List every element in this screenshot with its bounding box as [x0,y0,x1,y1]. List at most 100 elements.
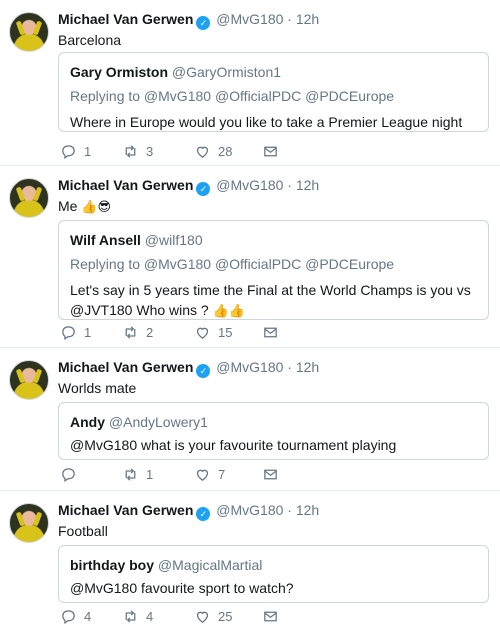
avatar[interactable] [9,503,49,543]
tweet-text-content: Me [58,198,78,214]
tweet-text: Barcelona [58,31,121,49]
quoted-text: Let's say in 5 years time the Final at t… [70,280,477,321]
quoted-author-name: Andy [70,414,105,430]
reply-icon [62,610,75,625]
quoted-text-content: @MvG180 what is your favourite tournamen… [70,437,397,453]
tweet-text: Me 👍😎 [58,197,111,216]
envelope-icon [264,611,277,622]
like-button[interactable]: 7 [194,466,225,483]
thumbs-up-sunglasses-emoji: 👍😎 [81,199,112,214]
avatar[interactable] [9,12,49,52]
author-handle[interactable]: @MvG180 [216,502,283,518]
reply-icon [62,326,75,341]
reply-count: 1 [84,325,92,340]
envelope-icon [264,146,277,157]
reply-count: 1 [84,144,92,159]
like-button[interactable]: 28 [194,143,232,160]
quoted-tweet[interactable]: Wilf Ansell @wilf180 Replying to @MvG180… [58,220,489,320]
quoted-author-handle: @AndyLowery1 [108,414,208,430]
reply-button[interactable]: 4 [60,608,91,625]
like-count: 25 [218,609,233,624]
retweet-icon [125,468,136,481]
quoted-tweet[interactable]: birthday boy @MagicalMartial @MvG180 fav… [58,545,489,603]
author-handle[interactable]: @MvG180 [216,359,283,375]
avatar[interactable] [9,178,49,218]
tweet-feed: Michael Van Gerwen ✓ @MvG180 · 12h Barcel… [0,0,500,632]
separator-dot: · [287,177,292,193]
reply-count: 4 [84,609,92,624]
tweet-header: Michael Van Gerwen ✓ @MvG180 · 12h [58,10,319,30]
direct-message-button[interactable] [262,466,279,483]
thumbs-up-emoji: 👍👍 [212,303,245,318]
quoted-author-name: Wilf Ansell [70,232,141,248]
tweet-text: Worlds mate [58,379,136,397]
direct-message-button[interactable] [262,324,279,341]
quoted-tweet[interactable]: Gary Ormiston @GaryOrmiston1 Replying to… [58,52,489,132]
retweet-count: 2 [146,325,154,340]
quoted-tweet[interactable]: Andy @AndyLowery1 @MvG180 what is your f… [58,402,489,460]
timestamp[interactable]: 12h [296,11,319,27]
author-name[interactable]: Michael Van Gerwen [58,359,193,375]
replying-to: Replying to @MvG180 @OfficialPDC @PDCEur… [70,88,395,104]
like-count: 15 [218,325,233,340]
tweet-header: Michael Van Gerwen ✓ @MvG180 · 12h [58,501,319,521]
heart-icon [196,146,209,158]
author-name[interactable]: Michael Van Gerwen [58,177,193,193]
verified-badge-icon: ✓ [196,16,211,30]
tweet[interactable]: Michael Van Gerwen ✓ @MvG180 · 12h Me 👍😎 … [0,166,500,348]
verified-badge-icon: ✓ [196,182,211,196]
reply-button[interactable]: 1 [60,324,91,341]
tweet[interactable]: Michael Van Gerwen ✓ @MvG180 · 12h Footba… [0,491,500,632]
direct-message-button[interactable] [262,608,279,625]
retweet-count: 4 [146,609,154,624]
quoted-author-name: Gary Ormiston [70,64,169,80]
reply-icon [62,468,75,483]
direct-message-button[interactable] [262,143,279,160]
quoted-author-handle: @MagicalMartial [157,557,263,573]
retweet-count: 3 [146,144,154,159]
retweet-icon [125,326,136,339]
reply-button[interactable]: 1 [60,143,91,160]
tweet-header: Michael Van Gerwen ✓ @MvG180 · 12h [58,358,319,378]
quoted-text-content: Let's say in 5 years time the Final at t… [70,282,471,318]
envelope-icon [264,469,277,480]
retweet-button[interactable]: 4 [122,608,153,625]
quoted-text: @MvG180 what is your favourite tournamen… [70,435,477,455]
author-name[interactable]: Michael Van Gerwen [58,11,193,27]
verified-badge-icon: ✓ [196,507,211,521]
quoted-text-content: Where in Europe would you like to take a… [70,114,463,130]
retweet-icon [125,610,136,623]
tweet-text-content: Football [58,523,108,539]
retweet-icon [125,145,136,158]
quoted-text: @MvG180 favourite sport to watch? [70,578,477,598]
heart-icon [196,469,209,481]
avatar[interactable] [9,360,49,400]
quoted-author-handle: @GaryOrmiston1 [171,64,282,80]
reply-button[interactable] [60,466,84,483]
author-handle[interactable]: @MvG180 [216,177,283,193]
author-handle[interactable]: @MvG180 [216,11,283,27]
verified-badge-icon: ✓ [196,364,211,378]
tweet[interactable]: Michael Van Gerwen ✓ @MvG180 · 12h Worlds… [0,348,500,491]
like-count: 28 [218,144,233,159]
tweet-text-content: Barcelona [58,32,122,48]
like-button[interactable]: 15 [194,324,232,341]
heart-icon [196,327,209,339]
retweet-button[interactable]: 1 [122,466,153,483]
envelope-icon [264,327,277,338]
timestamp[interactable]: 12h [296,359,319,375]
quoted-text: Where in Europe would you like to take a… [70,112,477,132]
like-button[interactable]: 25 [194,608,232,625]
separator-dot: · [287,359,292,375]
replying-to: Replying to @MvG180 @OfficialPDC @PDCEur… [70,256,395,272]
timestamp[interactable]: 12h [296,177,319,193]
author-name[interactable]: Michael Van Gerwen [58,502,193,518]
retweet-button[interactable]: 2 [122,324,153,341]
separator-dot: · [287,11,292,27]
tweet[interactable]: Michael Van Gerwen ✓ @MvG180 · 12h Barcel… [0,0,500,166]
timestamp[interactable]: 12h [296,502,319,518]
tweet-header: Michael Van Gerwen ✓ @MvG180 · 12h [58,176,319,196]
retweet-button[interactable]: 3 [122,143,153,160]
tweet-text-content: Worlds mate [58,380,137,396]
quoted-text-content: @MvG180 favourite sport to watch? [70,580,294,596]
